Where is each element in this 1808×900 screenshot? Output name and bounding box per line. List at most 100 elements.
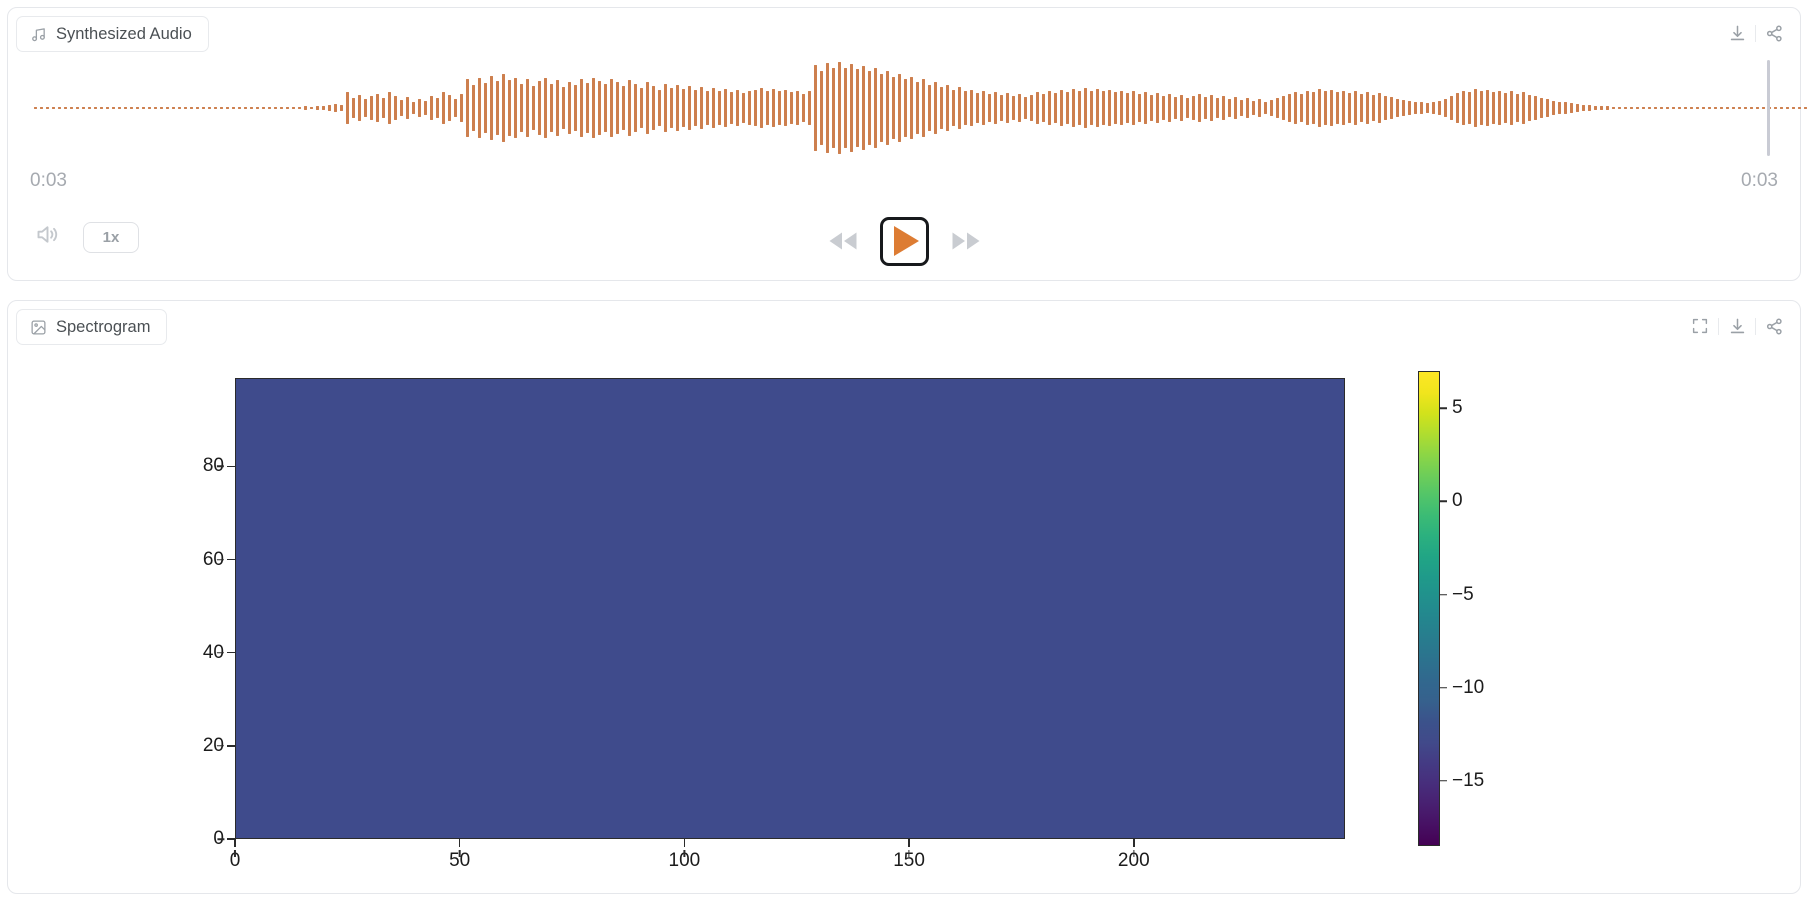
- waveform-bar: [316, 105, 319, 111]
- waveform-bar: [994, 92, 997, 124]
- spectrogram-plot-area[interactable]: [235, 378, 1345, 839]
- waveform-bar: [1072, 88, 1075, 128]
- playback-speed-button[interactable]: 1x: [83, 221, 139, 253]
- waveform-bar: [34, 107, 37, 109]
- waveform-bar: [1504, 93, 1507, 123]
- y-axis-tick-label: 20: [202, 734, 224, 756]
- waveform-bar: [1648, 107, 1651, 109]
- waveform-bar: [322, 105, 325, 111]
- waveform-playhead[interactable]: [1767, 60, 1771, 156]
- waveform-bar: [1282, 96, 1285, 120]
- waveform-bar: [808, 91, 811, 125]
- waveform-bar: [1516, 94, 1519, 122]
- x-axis-tick-label: 0: [229, 850, 241, 871]
- waveform-bar: [1480, 91, 1483, 125]
- waveform-bar: [1714, 107, 1717, 109]
- waveform-bar: [790, 92, 793, 124]
- playback-speed-label: 1x: [102, 228, 120, 246]
- waveform-bars[interactable]: [34, 58, 1807, 158]
- waveform-bar: [1264, 101, 1267, 115]
- waveform-bar: [832, 68, 835, 148]
- waveform-bar: [988, 94, 991, 122]
- x-axis-tick-mark: [683, 839, 686, 847]
- y-axis-tick-label: 60: [202, 548, 224, 570]
- waveform-bar: [1318, 88, 1321, 128]
- waveform-bar: [1012, 96, 1015, 120]
- waveform[interactable]: [34, 58, 1807, 158]
- waveform-bar: [298, 106, 301, 110]
- waveform-bar: [442, 92, 445, 124]
- waveform-bar: [880, 73, 883, 143]
- waveform-bar: [364, 99, 367, 117]
- waveform-bar: [106, 107, 109, 109]
- waveform-bar: [400, 99, 403, 117]
- waveform-bar: [1348, 93, 1351, 123]
- waveform-bar: [766, 90, 769, 126]
- waveform-bar: [964, 91, 967, 125]
- play-button[interactable]: [879, 216, 929, 266]
- waveform-bar: [124, 107, 127, 109]
- waveform-bar: [874, 68, 877, 148]
- waveform-bar: [634, 84, 637, 132]
- waveform-bar: [1270, 99, 1273, 117]
- waveform-bar: [1486, 89, 1489, 127]
- volume-icon[interactable]: [34, 221, 61, 253]
- waveform-bar: [1276, 97, 1279, 119]
- waveform-bar: [304, 106, 307, 110]
- waveform-bar: [1006, 93, 1009, 123]
- waveform-bar: [682, 88, 685, 128]
- waveform-bar: [466, 79, 469, 137]
- waveform-bar: [1150, 95, 1153, 121]
- waveform-bar: [568, 82, 571, 134]
- waveform-bar: [1408, 100, 1411, 116]
- waveform-bar: [946, 85, 949, 131]
- waveform-bar: [1438, 100, 1441, 116]
- y-axis-tick-mark: [227, 651, 235, 654]
- waveform-bar: [412, 101, 415, 115]
- waveform-bar: [1534, 96, 1537, 120]
- waveform-bar: [166, 107, 169, 109]
- download-icon[interactable]: [1719, 17, 1755, 49]
- waveform-bar: [1576, 104, 1579, 112]
- waveform-bar: [1762, 107, 1765, 109]
- rewind-icon[interactable]: [826, 228, 860, 254]
- waveform-bar: [118, 107, 121, 109]
- waveform-bar: [214, 107, 217, 109]
- fast-forward-icon[interactable]: [949, 228, 983, 254]
- waveform-bar: [394, 95, 397, 121]
- waveform-bar: [346, 92, 349, 124]
- waveform-bar: [1384, 96, 1387, 120]
- current-time: 0:03: [30, 170, 67, 191]
- waveform-bar: [424, 100, 427, 116]
- x-axis-tick-mark: [458, 839, 461, 847]
- waveform-bar: [742, 93, 745, 123]
- waveform-bar: [1198, 94, 1201, 122]
- waveform-bar: [490, 75, 493, 141]
- waveform-bar: [1492, 92, 1495, 124]
- waveform-bar: [820, 71, 823, 145]
- waveform-bar: [760, 87, 763, 129]
- waveform-bar: [1702, 107, 1705, 109]
- waveform-bar: [352, 97, 355, 119]
- waveform-bar: [1690, 107, 1693, 109]
- waveform-bar: [1444, 98, 1447, 118]
- waveform-bar: [646, 82, 649, 134]
- waveform-bar: [1300, 94, 1303, 122]
- waveform-bar: [1138, 94, 1141, 122]
- waveform-bar: [496, 81, 499, 135]
- audio-tab-chip[interactable]: Synthesized Audio: [16, 16, 209, 52]
- waveform-bar: [1606, 106, 1609, 110]
- colorbar-tick-label: 5: [1440, 397, 1463, 419]
- waveform-bar: [172, 107, 175, 109]
- waveform-bar: [904, 79, 907, 137]
- waveform-bar: [898, 73, 901, 143]
- waveform-bar: [1048, 90, 1051, 126]
- waveform-bar: [610, 78, 613, 138]
- waveform-bar: [1552, 100, 1555, 116]
- share-icon[interactable]: [1756, 17, 1792, 49]
- waveform-bar: [1618, 106, 1621, 110]
- waveform-bar: [1624, 107, 1627, 109]
- waveform-bar: [1090, 90, 1093, 126]
- waveform-bar: [1588, 105, 1591, 111]
- waveform-bar: [1366, 92, 1369, 124]
